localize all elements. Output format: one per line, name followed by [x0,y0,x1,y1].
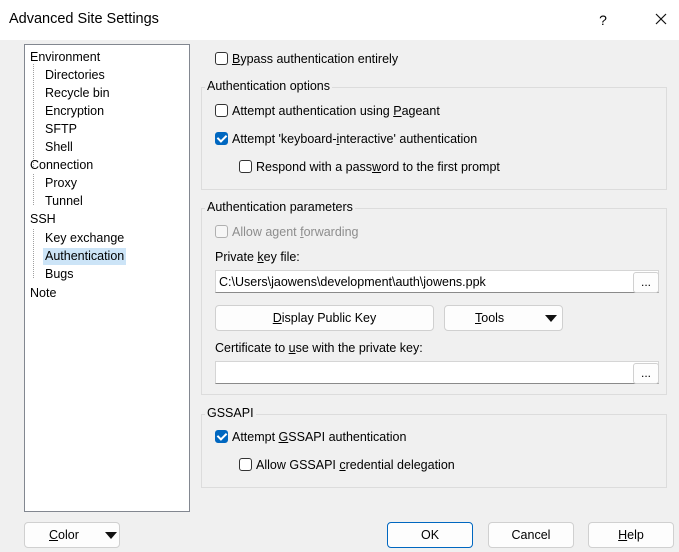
respond-password-checkbox[interactable]: Respond with a password to the first pro… [239,158,500,176]
label-part: ey file: [263,250,300,264]
label-part: Allow agent [232,225,301,239]
private-key-browse-button[interactable]: ... [633,272,659,293]
help-title-button[interactable]: ? [590,8,616,32]
tree-item-key-exchange[interactable]: Key exchange [43,230,126,247]
label-accelerator: w [372,160,382,174]
tree-item-bugs[interactable]: Bugs [43,266,76,283]
tree-item-encryption[interactable]: Encryption [43,103,106,120]
tree-item-note[interactable]: Note [28,285,58,302]
label-part: orwarding [303,225,359,239]
window-title: Advanced Site Settings [9,11,159,27]
color-dropdown-button[interactable]: Color [24,522,120,548]
gssapi-group [201,414,667,488]
tree-item-sftp[interactable]: SFTP [43,121,79,138]
checkbox-box-checked [215,430,228,443]
tree-item-tunnel[interactable]: Tunnel [43,193,85,210]
label-accelerator: P [393,104,402,118]
checkbox-box-checked [215,132,228,145]
private-key-input[interactable]: C:\Users\jaowens\development\auth\jowens… [215,270,659,293]
label-accelerator: D [272,311,282,325]
label-part: Attempt authentication using [232,104,394,118]
close-button[interactable] [648,8,674,32]
label-part: Allow GSSAPI [256,458,340,472]
tree-connector [33,229,34,278]
keyboard-interactive-checkbox[interactable]: Attempt 'keyboard-interactive' authentic… [215,130,477,148]
certificate-label: Certificate to use with the private key: [215,341,423,355]
auth-params-label: Authentication parameters [205,200,355,214]
label-part: Respond with a pass [256,160,373,174]
checkbox-box-disabled [215,225,228,238]
label-part: ord to the first prompt [381,160,500,174]
tree-item-proxy[interactable]: Proxy [43,175,79,192]
label-part: ageant [401,104,440,118]
bypass-auth-checkbox[interactable]: Bypass authentication entirely [215,50,398,68]
label-part: isplay Public Key [281,311,377,325]
label-accelerator: H [618,528,628,542]
label-part: olor [58,528,79,542]
checkbox-box [215,104,228,117]
gssapi-delegation-checkbox[interactable]: Allow GSSAPI credential delegation [239,456,455,474]
pageant-checkbox[interactable]: Attempt authentication using Pageant [215,102,440,120]
tree-connector [33,64,34,167]
label-part: SSAPI authentication [288,430,407,444]
certificate-browse-button[interactable]: ... [633,363,659,384]
label-part: se with the private key: [295,341,423,355]
label-part: Certificate to [215,341,289,355]
tree-item-shell[interactable]: Shell [43,139,75,156]
tree-item-recycle-bin[interactable]: Recycle bin [43,85,112,102]
settings-tree[interactable]: Environment Directories Recycle bin Encr… [24,44,190,512]
chevron-down-icon [545,315,557,322]
tree-connector [33,174,34,205]
tools-dropdown-button[interactable]: Tools [444,305,563,331]
tree-item-ssh[interactable]: SSH [28,211,58,228]
auth-options-label: Authentication options [205,79,333,93]
help-button[interactable]: Help [588,522,674,548]
title-bar: Advanced Site Settings ? [0,0,679,40]
label-accelerator: G [278,430,289,444]
label-part: Attempt [232,430,279,444]
gssapi-attempt-checkbox[interactable]: Attempt GSSAPI authentication [215,428,406,446]
checkbox-box [239,160,252,173]
tree-item-authentication[interactable]: Authentication [43,248,127,265]
certificate-input[interactable] [215,361,659,384]
tree-item-directories[interactable]: Directories [43,67,107,84]
label-part: ools [481,311,505,325]
label-accelerator: C [49,528,59,542]
checkbox-box [215,52,228,65]
tree-item-environment[interactable]: Environment [28,49,102,66]
private-key-label: Private key file: [215,250,300,264]
label-part: nteractive' authentication [339,132,478,146]
tree-item-connection[interactable]: Connection [28,157,95,174]
gssapi-label: GSSAPI [205,406,256,420]
ok-button[interactable]: OK [387,522,473,548]
chevron-down-icon [105,532,117,539]
close-icon [655,13,667,25]
label-accelerator: u [288,341,296,355]
label-part: Private [215,250,258,264]
label-part: redential delegation [345,458,455,472]
agent-forwarding-checkbox[interactable]: Allow agent forwarding [215,223,358,241]
label-part: elp [627,528,644,542]
checkbox-box [239,458,252,471]
label-part: ypass authentication entirely [240,52,399,66]
display-public-key-button[interactable]: Display Public Key [215,305,434,331]
cancel-button[interactable]: Cancel [488,522,574,548]
label-part: Attempt 'keyboard- [232,132,337,146]
